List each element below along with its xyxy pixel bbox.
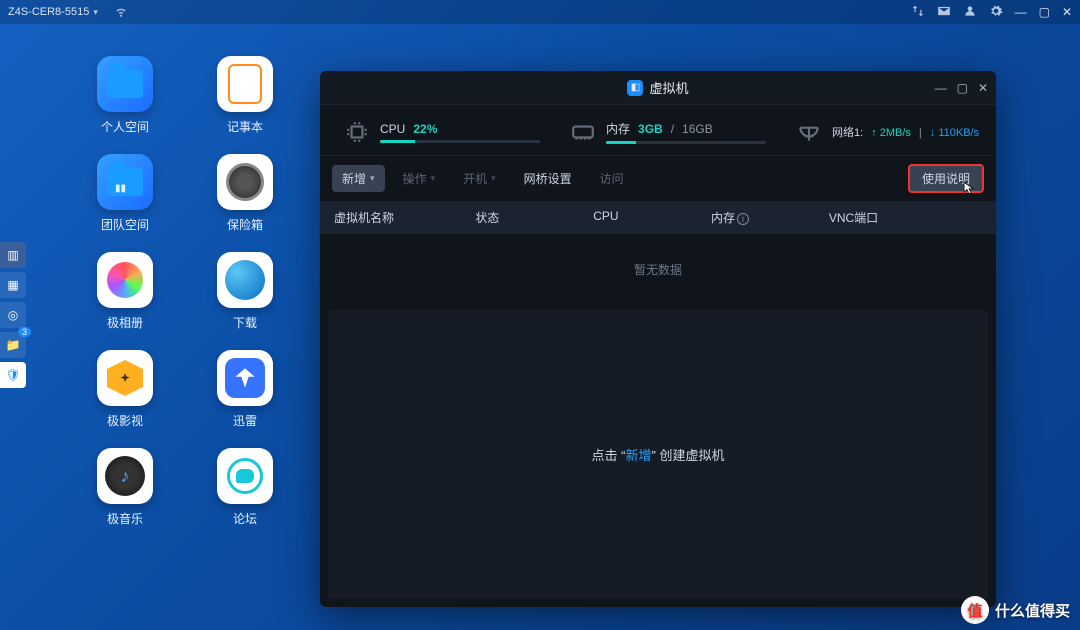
net-label: 网络1: [832, 124, 863, 140]
system-top-bar: Z4S-CER8-5515 ▾ — ▢ ✕ [0, 0, 1080, 24]
col-cpu: CPU [593, 209, 711, 226]
vm-hint-panel: 点击 “新增” 创建虚拟机 [328, 310, 988, 599]
mem-label: 内存 [606, 120, 630, 137]
vm-minimize-icon[interactable]: — [935, 81, 947, 95]
vm-title-bar[interactable]: ◧ 虚拟机 — ▢ ✕ [320, 71, 996, 105]
empty-text: 暂无数据 [634, 261, 682, 278]
vm-table-empty: 暂无数据 [320, 234, 996, 304]
chevron-down-icon: ▾ [370, 173, 375, 184]
cpu-icon [344, 119, 370, 145]
col-name: 虚拟机名称 [334, 209, 475, 226]
col-status: 状态 [475, 209, 593, 226]
app-label: 下载 [233, 314, 257, 331]
ops-button: 操作▾ [393, 165, 446, 192]
watermark-text: 什么值得买 [995, 600, 1070, 621]
app-label: 保险箱 [227, 216, 263, 233]
app-safe[interactable]: 保险箱 [190, 154, 300, 252]
boot-button: 开机▾ [453, 165, 506, 192]
bridge-button[interactable]: 网桥设置 [514, 165, 582, 192]
vm-toolbar: 新增▾ 操作▾ 开机▾ 网桥设置 访问 使用说明 [320, 155, 996, 201]
vm-stats-row: CPU22% 内存3GB/16GB 网络1: ↑ 2MB/s | ↓ 110KB… [320, 105, 996, 155]
app-label: 极相册 [107, 314, 143, 331]
wifi-icon[interactable] [114, 4, 128, 21]
mail-icon[interactable] [937, 4, 951, 21]
mem-total: 16GB [682, 122, 713, 136]
cpu-value: 22% [413, 122, 437, 136]
close-icon[interactable]: ✕ [1062, 5, 1072, 19]
info-icon[interactable]: i [737, 213, 749, 225]
maximize-icon[interactable]: ▢ [1039, 5, 1050, 19]
memory-icon [570, 119, 596, 145]
left-mini-bar: ▥ ▦ ◎ 📁 🛡 [0, 242, 26, 388]
mini-disk-icon[interactable]: ◎ [0, 302, 26, 328]
mini-drive-icon[interactable]: ▥ [0, 242, 26, 268]
app-download[interactable]: 下载 [190, 252, 300, 350]
app-team-space[interactable]: 团队空间 [70, 154, 180, 252]
mini-folder-icon[interactable]: 📁 [0, 332, 26, 358]
gear-icon[interactable] [989, 4, 1003, 21]
desktop-grid: 个人空间 记事本 团队空间 保险箱 极相册 下载 ✦极影视 迅雷 ♪极音乐 论坛 [70, 56, 300, 546]
app-notepad[interactable]: 记事本 [190, 56, 300, 154]
app-video[interactable]: ✦极影视 [70, 350, 180, 448]
chevron-down-icon: ▾ [93, 7, 98, 18]
top-bar-tray: — ▢ ✕ [911, 4, 1072, 21]
cpu-stat: CPU 22% [344, 119, 540, 145]
network-icon [796, 119, 822, 145]
mem-used: 3GB [638, 122, 663, 136]
app-label: 团队空间 [101, 216, 149, 233]
app-label: 迅雷 [233, 412, 257, 429]
hint-highlight: 新增 [625, 448, 651, 463]
host-selector[interactable]: Z4S-CER8-5515 ▾ [8, 6, 98, 18]
minimize-icon[interactable]: — [1015, 5, 1027, 19]
app-music[interactable]: ♪极音乐 [70, 448, 180, 546]
vm-logo-icon: ◧ [627, 80, 643, 96]
col-mem: 内存i [711, 209, 829, 226]
app-gallery[interactable]: 极相册 [70, 252, 180, 350]
mini-shield-icon[interactable]: 🛡 [0, 362, 26, 388]
cpu-bar [380, 140, 540, 143]
cursor-icon [962, 181, 976, 195]
transfer-icon[interactable] [911, 4, 925, 21]
vm-window: ◧ 虚拟机 — ▢ ✕ CPU22% 内存3GB/16GB [320, 71, 996, 607]
help-button[interactable]: 使用说明 [908, 164, 984, 193]
watermark: 值 什么值得买 [961, 596, 1070, 624]
vm-table-header: 虚拟机名称 状态 CPU 内存i VNC端口 [320, 201, 996, 234]
app-label: 极影视 [107, 412, 143, 429]
hostname-label: Z4S-CER8-5515 [8, 6, 89, 18]
app-label: 记事本 [227, 118, 263, 135]
user-icon[interactable] [963, 4, 977, 21]
new-vm-button[interactable]: 新增▾ [332, 165, 385, 192]
vm-close-icon[interactable]: ✕ [978, 81, 988, 95]
net-down: ↓ 110KB/s [930, 127, 979, 139]
mem-bar [606, 141, 766, 144]
mini-apps-icon[interactable]: ▦ [0, 272, 26, 298]
mem-stat: 内存3GB/16GB [570, 119, 766, 145]
col-vnc: VNC端口 [829, 209, 982, 226]
visit-button: 访问 [590, 165, 634, 192]
watermark-logo-icon: 值 [961, 596, 989, 624]
app-xunlei[interactable]: 迅雷 [190, 350, 300, 448]
app-personal-space[interactable]: 个人空间 [70, 56, 180, 154]
vm-maximize-icon[interactable]: ▢ [957, 81, 968, 95]
vm-window-title: 虚拟机 [649, 78, 688, 97]
net-up: ↑ 2MB/s [871, 127, 911, 139]
cpu-label: CPU [380, 122, 405, 136]
app-label: 论坛 [233, 510, 257, 527]
app-forum[interactable]: 论坛 [190, 448, 300, 546]
app-label: 极音乐 [107, 510, 143, 527]
app-label: 个人空间 [101, 118, 149, 135]
net-stat: 网络1: ↑ 2MB/s | ↓ 110KB/s [796, 119, 982, 145]
